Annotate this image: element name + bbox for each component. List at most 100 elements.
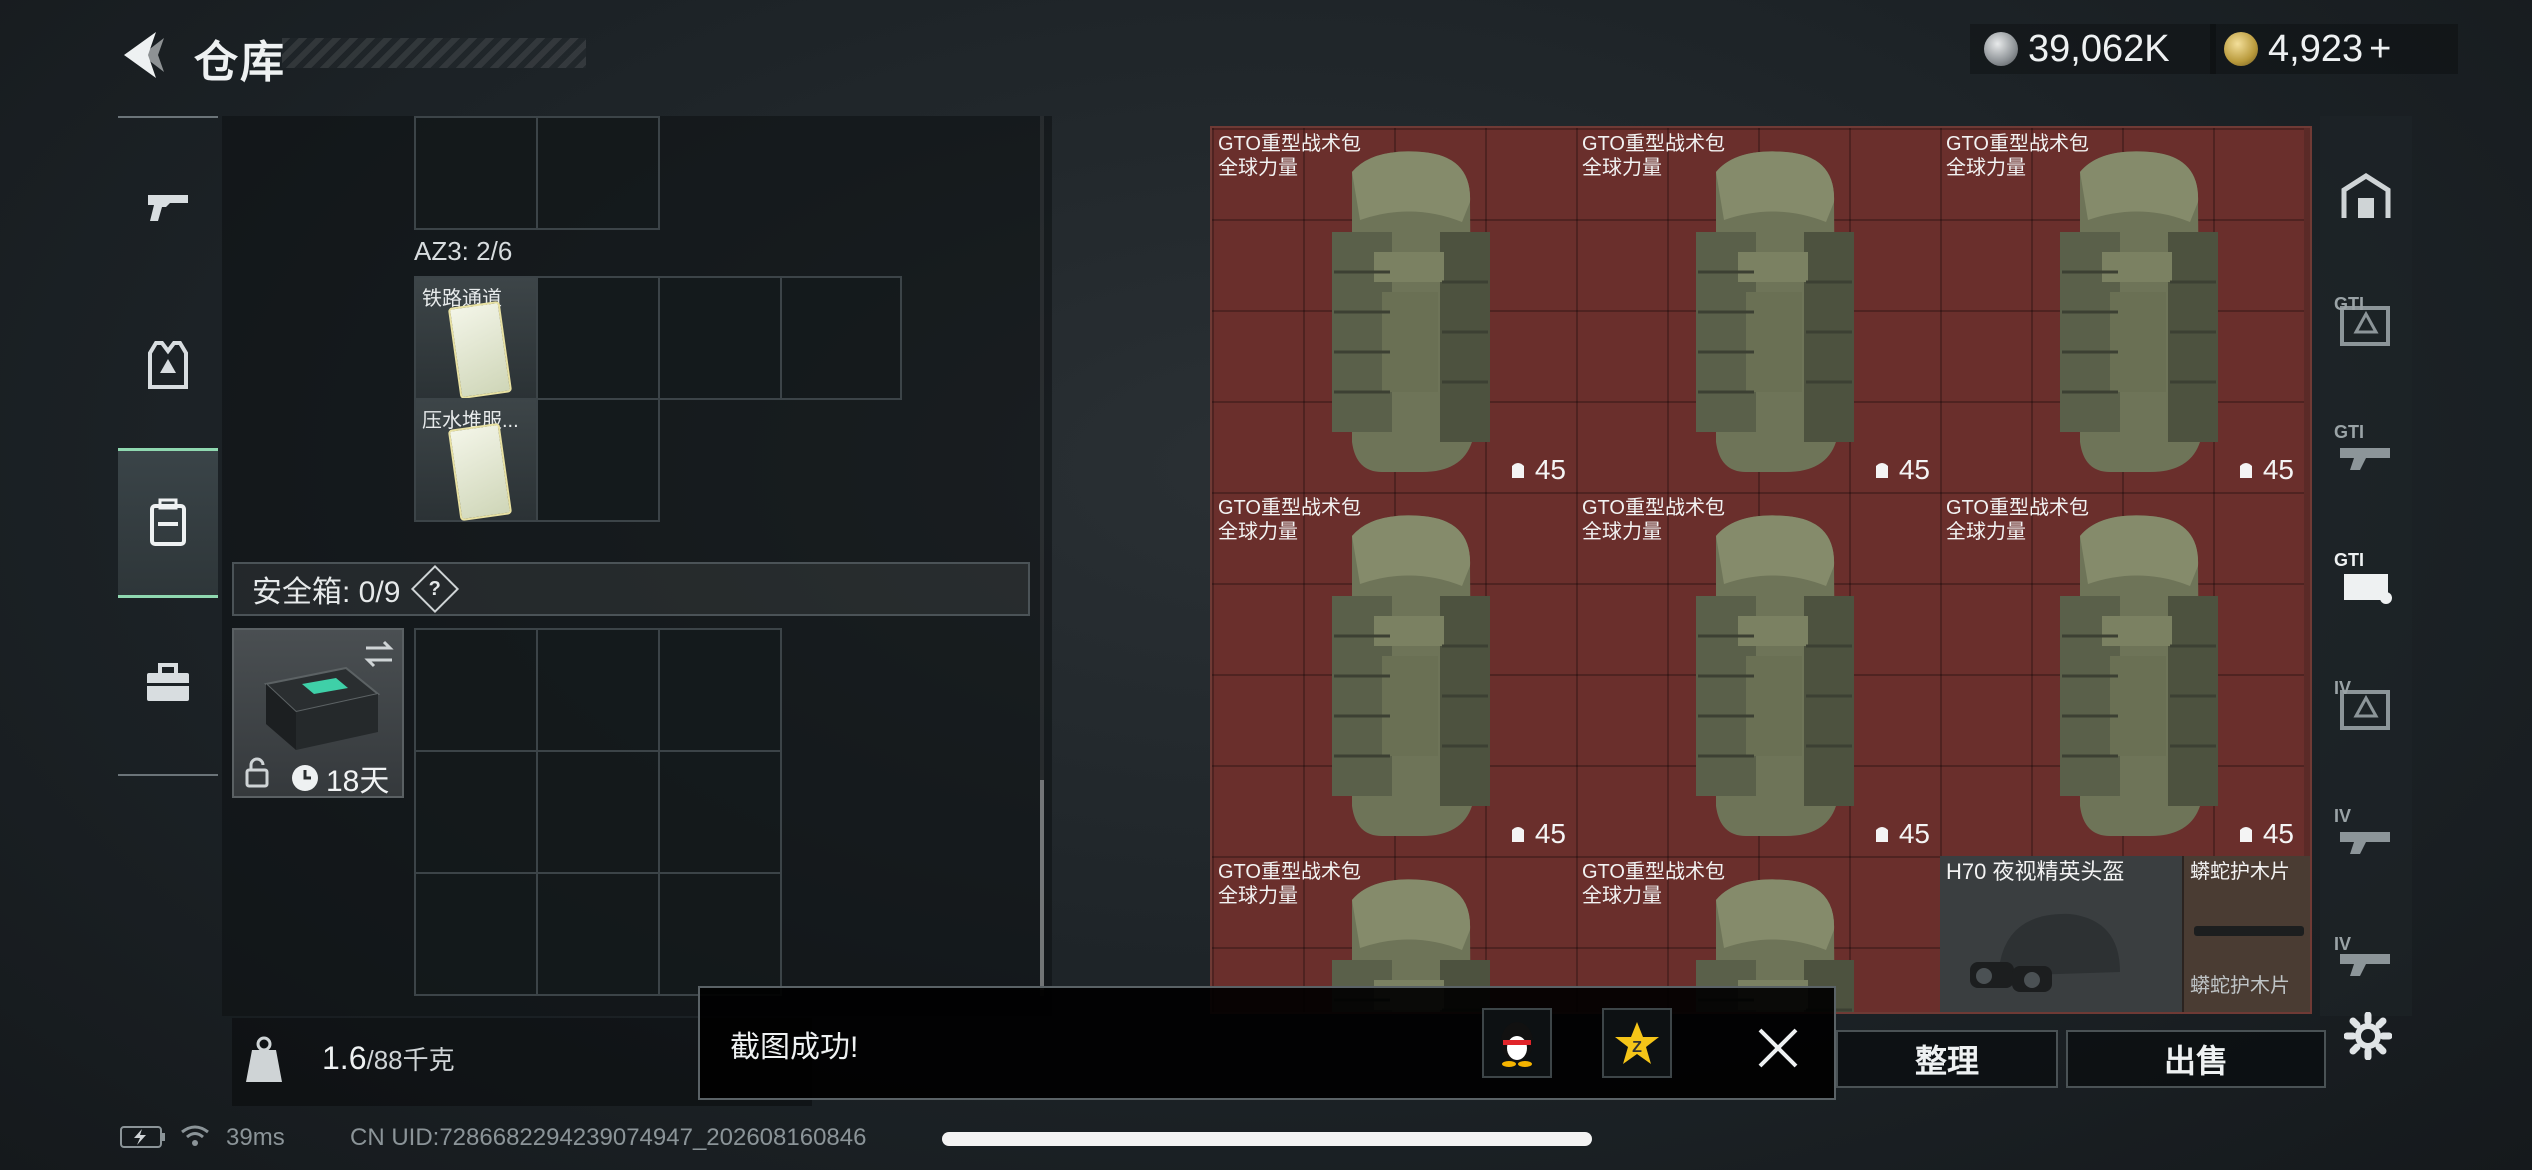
safe-slot[interactable] xyxy=(658,628,782,752)
item-subtitle: 全球力量 xyxy=(1582,157,1662,179)
tab-label: GTI xyxy=(2334,422,2364,442)
stash-tab-3[interactable]: GTI xyxy=(2330,544,2402,616)
safe-slot[interactable] xyxy=(536,628,660,752)
item-name: GTO重型战术包 xyxy=(1946,133,2089,155)
stash-item-gto-backpack[interactable]: GTO重型战术包 全球力量 45 xyxy=(1940,492,2304,856)
add-currency-button[interactable]: + xyxy=(2369,28,2391,71)
sell-button[interactable]: 出售 xyxy=(2066,1030,2326,1088)
item-quantity-value: 45 xyxy=(1534,454,1566,485)
tab-label: IV xyxy=(2334,806,2352,826)
silver-coin-icon xyxy=(1984,32,2018,66)
stash-tab-1[interactable]: GTI xyxy=(2330,288,2402,360)
safe-slot[interactable] xyxy=(658,750,782,874)
close-icon[interactable] xyxy=(1746,1016,1810,1080)
lock-icon xyxy=(245,757,269,788)
category-vest[interactable] xyxy=(118,290,218,440)
handguard-image xyxy=(2194,926,2304,936)
share-qq-button[interactable] xyxy=(1482,1008,1552,1078)
item-name: GTO重型战术包 xyxy=(1582,133,1725,155)
backpack-mini-icon xyxy=(2239,827,2252,842)
battery-icon xyxy=(120,1126,165,1148)
toast-message: 截图成功! xyxy=(730,1031,859,1064)
home-indicator[interactable] xyxy=(942,1132,1592,1146)
gold-coin-icon xyxy=(2224,32,2258,66)
share-qzone-button[interactable]: Z xyxy=(1602,1008,1672,1078)
stash-tab-home[interactable] xyxy=(2330,160,2402,232)
safe-case-icon xyxy=(263,666,381,750)
nvg-helmet-image xyxy=(1970,913,2120,992)
warehouse-icon xyxy=(2341,173,2391,218)
clock-icon xyxy=(292,765,318,791)
safe-slot[interactable] xyxy=(658,872,782,996)
item-name: GTO重型战术包 xyxy=(1582,861,1725,883)
toolbox-icon xyxy=(147,663,189,701)
grid-slot[interactable] xyxy=(658,276,782,400)
pistol-icon xyxy=(148,195,188,221)
item-quantity-value: 45 xyxy=(2262,454,2294,485)
item-quantity-value: 45 xyxy=(1534,818,1566,849)
item-name: GTO重型战术包 xyxy=(1218,497,1361,519)
backpack-mini-icon xyxy=(1511,827,1524,842)
help-button[interactable]: ? xyxy=(411,564,460,614)
gold-currency[interactable]: 4,923 + xyxy=(2210,24,2458,74)
swap-icon[interactable] xyxy=(362,640,396,668)
stash-item-python-handguard[interactable]: 蟒蛇护木片 蟒蛇护木片 xyxy=(2182,856,2310,1012)
category-weapons[interactable] xyxy=(118,132,218,282)
safe-slot[interactable] xyxy=(414,872,538,996)
item-label: GTO重型战术包 全球力量 xyxy=(1582,860,1725,908)
item-name: H70 夜视精英头盔 xyxy=(1946,859,2125,884)
backpack-mini-icon xyxy=(2239,463,2252,478)
item-quantity: 45 xyxy=(2237,818,2294,850)
tab-label: GTI xyxy=(2334,294,2364,314)
stash-item-gto-backpack[interactable]: GTO重型战术包 全球力量 45 xyxy=(1576,128,1940,492)
item-subtitle: 全球力量 xyxy=(1582,521,1662,543)
item-slot-pwr-suit[interactable]: 压水堆服... xyxy=(414,398,538,522)
gold-amount: 4,923 xyxy=(2268,27,2364,70)
safe-slot[interactable] xyxy=(414,750,538,874)
grid-slot[interactable] xyxy=(536,398,660,522)
stash-item-h70-helmet[interactable]: H70 夜视精英头盔 xyxy=(1940,856,2182,1012)
stash-item-gto-backpack[interactable]: GTO重型战术包 全球力量 45 xyxy=(1940,128,2304,492)
grid-slot[interactable] xyxy=(536,276,660,400)
safe-box-timer: 18天 xyxy=(290,756,389,800)
back-arrow-icon[interactable] xyxy=(118,28,172,82)
ping-readout: 39ms xyxy=(226,1124,285,1151)
access-card-icon xyxy=(447,300,513,400)
user-uid: CN UID:7286682294239074947_202608160846 xyxy=(350,1124,867,1151)
grid-slot[interactable] xyxy=(536,116,660,230)
grid-slot[interactable] xyxy=(780,276,902,400)
item-name: 蟒蛇护木片 xyxy=(2190,861,2290,883)
stash-item-gto-backpack[interactable]: GTO重型战术包 全球力量 45 xyxy=(1212,128,1576,492)
container-scroll-thumb[interactable] xyxy=(1040,780,1044,990)
sort-button[interactable]: 整理 xyxy=(1836,1030,2058,1088)
category-toolbox[interactable] xyxy=(118,608,218,758)
stash-grid: GTO重型战术包 全球力量 45 GTO重型战术包 全球力量 45 GTO重型战… xyxy=(1210,126,2312,1014)
item-quantity: 45 xyxy=(1509,818,1566,850)
stash-item-gto-backpack[interactable]: GTO重型战术包 全球力量 45 xyxy=(1576,492,1940,856)
backpack-icon xyxy=(150,498,186,546)
item-slot-railway[interactable]: 铁路通道 xyxy=(414,276,538,400)
tab-label: IV xyxy=(2334,678,2352,698)
stash-tab-4[interactable]: IV xyxy=(2330,672,2402,744)
safe-slot[interactable] xyxy=(536,872,660,996)
stash-tab-6[interactable]: IV xyxy=(2330,928,2402,988)
tab-label: GTI xyxy=(2334,550,2364,570)
grid-slot[interactable] xyxy=(414,116,538,230)
stash-tab-5[interactable]: IV xyxy=(2330,800,2402,872)
category-backpack[interactable] xyxy=(118,448,218,598)
item-quantity-value: 45 xyxy=(1898,818,1930,849)
stash-tab-2[interactable]: GTI xyxy=(2330,416,2402,488)
gear-icon[interactable] xyxy=(2344,1012,2392,1060)
safe-slot[interactable] xyxy=(414,628,538,752)
stash-item-gto-backpack[interactable]: GTO重型战术包 全球力量 45 xyxy=(1212,492,1576,856)
qq-penguin-icon xyxy=(1501,1022,1533,1067)
safe-box-header: 安全箱: 0/9 ? xyxy=(232,562,1030,616)
tab-label: IV xyxy=(2334,934,2352,954)
item-name: GTO重型战术包 xyxy=(1218,133,1361,155)
safe-slot[interactable] xyxy=(536,750,660,874)
item-label: GTO重型战术包 全球力量 xyxy=(1946,132,2089,180)
item-quantity-value: 45 xyxy=(1898,454,1930,485)
item-label: GTO重型战术包 全球力量 xyxy=(1218,132,1361,180)
backpack-mini-icon xyxy=(1875,463,1888,478)
backpack-mini-icon xyxy=(1875,827,1888,842)
